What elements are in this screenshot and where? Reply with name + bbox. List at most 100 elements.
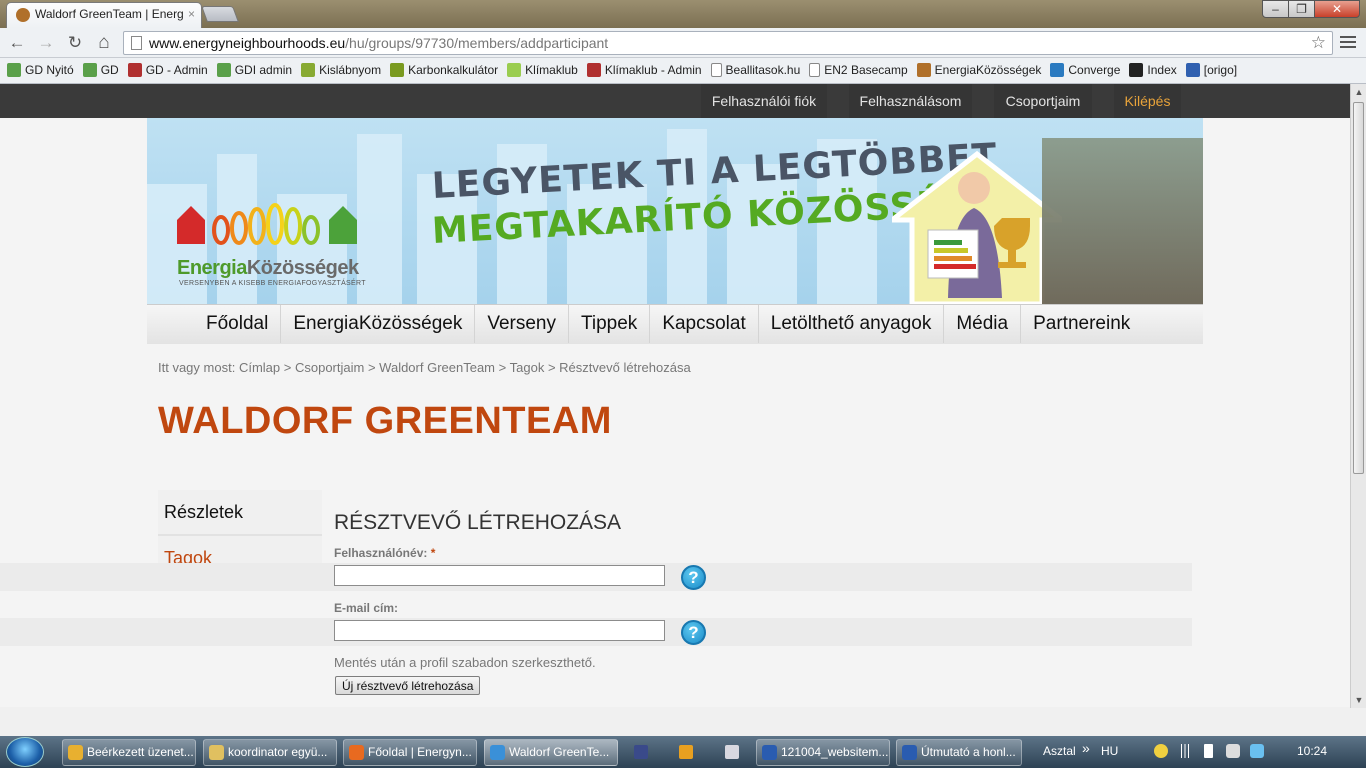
- create-participant-button[interactable]: Új résztvevő létrehozása: [335, 676, 481, 695]
- breadcrumb-link[interactable]: Waldorf GreenTeam: [379, 360, 495, 375]
- task-label: 121004_websitem...: [781, 745, 889, 759]
- bookmark-label: Kislábnyom: [319, 63, 382, 77]
- breadcrumb-link[interactable]: Címlap: [239, 360, 280, 375]
- task-app-icon: [490, 745, 505, 760]
- bookmark-item[interactable]: Beallitasok.hu: [710, 63, 801, 77]
- scroll-up-arrow-icon[interactable]: ▲: [1351, 84, 1366, 100]
- taskbar-task[interactable]: Beérkezett üzenet...: [62, 739, 196, 766]
- scroll-thumb[interactable]: [1353, 102, 1364, 474]
- battery-icon[interactable]: [1204, 744, 1213, 758]
- tab-close-icon[interactable]: ×: [188, 7, 195, 21]
- bookmark-item[interactable]: Index: [1129, 63, 1177, 77]
- bookmark-item[interactable]: GD: [82, 63, 119, 77]
- bookmark-favicon-icon: [127, 63, 142, 77]
- bookmark-label: Beallitasok.hu: [725, 63, 801, 77]
- chevron-icon[interactable]: »: [1082, 740, 1090, 756]
- bookmark-label: GD: [100, 63, 119, 77]
- bookmark-favicon-icon: [916, 63, 931, 77]
- tray-app-icon[interactable]: [1154, 744, 1168, 758]
- start-button[interactable]: [6, 737, 44, 767]
- bookmark-item[interactable]: Kislábnyom: [301, 63, 381, 77]
- main-nav-item[interactable]: Verseny: [474, 305, 568, 343]
- back-arrow-icon[interactable]: ←: [7, 33, 27, 53]
- group-photo: [1042, 138, 1203, 304]
- tab-title: Waldorf GreenTeam | Energ: [35, 7, 184, 21]
- email-help-icon[interactable]: ?: [681, 620, 706, 645]
- username-input[interactable]: [334, 565, 665, 586]
- volume-muted-icon[interactable]: [1226, 744, 1240, 758]
- taskbar-task[interactable]: 121004_websitem...: [756, 739, 890, 766]
- home-icon[interactable]: ⌂: [94, 33, 114, 53]
- page-title: WALDORF GREENTEAM: [158, 400, 612, 442]
- task-app-icon: [902, 745, 917, 760]
- bookmark-label: GD - Admin: [145, 63, 208, 77]
- main-nav-item[interactable]: Partnereink: [1020, 305, 1142, 343]
- task-app-icon: [68, 745, 83, 760]
- minimize-button[interactable]: –: [1262, 0, 1289, 18]
- reload-icon[interactable]: ↻: [65, 33, 85, 53]
- bookmark-favicon-icon: [586, 63, 601, 77]
- bookmark-label: Karbonkalkulátor: [408, 63, 499, 77]
- browser-menu-icon[interactable]: [1340, 33, 1356, 53]
- main-nav-item[interactable]: Média: [943, 305, 1020, 343]
- site-banner[interactable]: EnergiaKözösségek VERSENYBEN A KISEBB EN…: [147, 118, 1203, 304]
- bookmark-label: Klímaklub - Admin: [604, 63, 702, 77]
- bookmark-label: GD Nyitó: [25, 63, 74, 77]
- bookmark-item[interactable]: Karbonkalkulátor: [390, 63, 498, 77]
- quick-launch-icon[interactable]: [634, 745, 648, 759]
- bookmarks-bar: GD Nyitó GD GD - Admin GDI admin Kislábnyom K…: [0, 58, 1366, 84]
- taskbar-task[interactable]: Főoldal | Energyn...: [343, 739, 477, 766]
- browser-tabstrip: Waldorf GreenTeam | Energ × – ❐ ✕: [0, 0, 1366, 28]
- main-nav-item[interactable]: EnergiaKözösségek: [280, 305, 474, 343]
- bookmark-item[interactable]: GD - Admin: [127, 63, 208, 77]
- bookmark-star-icon[interactable]: ☆: [1311, 33, 1326, 53]
- new-tab-button[interactable]: [201, 6, 239, 22]
- desktop-toolbar-label[interactable]: Asztal: [1043, 744, 1076, 758]
- breadcrumb-link[interactable]: Csoportjaim: [295, 360, 364, 375]
- main-nav-item[interactable]: Letölthető anyagok: [757, 305, 944, 343]
- bookmark-favicon-icon: [1129, 63, 1144, 77]
- bookmark-favicon-icon: [1050, 63, 1065, 77]
- bookmark-item[interactable]: GD Nyitó: [7, 63, 74, 77]
- email-input[interactable]: [334, 620, 665, 641]
- quick-launch-icon[interactable]: [725, 745, 739, 759]
- bookmark-item[interactable]: Klímaklub: [507, 63, 578, 77]
- bookmark-label: Index: [1147, 63, 1177, 77]
- clock[interactable]: 10:24: [1297, 744, 1327, 758]
- bookmark-label: EN2 Basecamp: [824, 63, 908, 77]
- main-nav-item[interactable]: Kapcsolat: [649, 305, 757, 343]
- taskbar-task[interactable]: Útmutató a honl...: [896, 739, 1022, 766]
- main-nav-item[interactable]: Főoldal: [194, 305, 280, 343]
- task-app-icon: [349, 745, 364, 760]
- side-item-details[interactable]: Részletek: [158, 490, 322, 536]
- breadcrumb-separator: >: [547, 360, 556, 375]
- bookmark-item[interactable]: [origo]: [1185, 63, 1237, 77]
- main-nav-item[interactable]: Tippek: [567, 305, 649, 343]
- taskbar-task[interactable]: koordinator együ...: [203, 739, 337, 766]
- close-window-button[interactable]: ✕: [1314, 0, 1360, 18]
- bookmark-item[interactable]: GDI admin: [216, 63, 292, 77]
- bookmark-item[interactable]: EN2 Basecamp: [809, 63, 908, 77]
- browser-tab-active[interactable]: Waldorf GreenTeam | Energ ×: [6, 2, 202, 28]
- user-topbar: Felhasználói fiók Felhasználásom Csoport…: [0, 84, 1350, 124]
- breadcrumb-link[interactable]: Tagok: [510, 360, 545, 375]
- bookmark-item[interactable]: Converge: [1050, 63, 1120, 77]
- bookmark-favicon-icon: [301, 63, 316, 77]
- maximize-button[interactable]: ❐: [1288, 0, 1315, 18]
- breadcrumb-link: Résztvevő létrehozása: [559, 360, 691, 375]
- forward-arrow-icon[interactable]: →: [36, 33, 56, 53]
- tray-sync-icon[interactable]: [1250, 744, 1264, 758]
- bookmark-label: EnergiaKözösségek: [934, 63, 1042, 77]
- bookmark-item[interactable]: Klímaklub - Admin: [586, 63, 702, 77]
- form-title: RÉSZTVEVŐ LÉTREHOZÁSA: [334, 511, 622, 534]
- address-bar[interactable]: www.energyneighbourhoods.eu/hu/groups/97…: [123, 31, 1333, 55]
- language-indicator[interactable]: HU: [1101, 744, 1118, 758]
- username-label: Felhasználónév: *: [334, 546, 436, 560]
- username-help-icon[interactable]: ?: [681, 565, 706, 590]
- quick-launch-icon[interactable]: [679, 745, 693, 759]
- page-scrollbar[interactable]: ▲ ▼: [1350, 84, 1366, 708]
- scroll-down-arrow-icon[interactable]: ▼: [1351, 692, 1366, 708]
- network-signal-icon[interactable]: [1178, 744, 1192, 758]
- taskbar-task[interactable]: Waldorf GreenTe...: [484, 739, 618, 766]
- bookmark-item[interactable]: EnergiaKözösségek: [916, 63, 1042, 77]
